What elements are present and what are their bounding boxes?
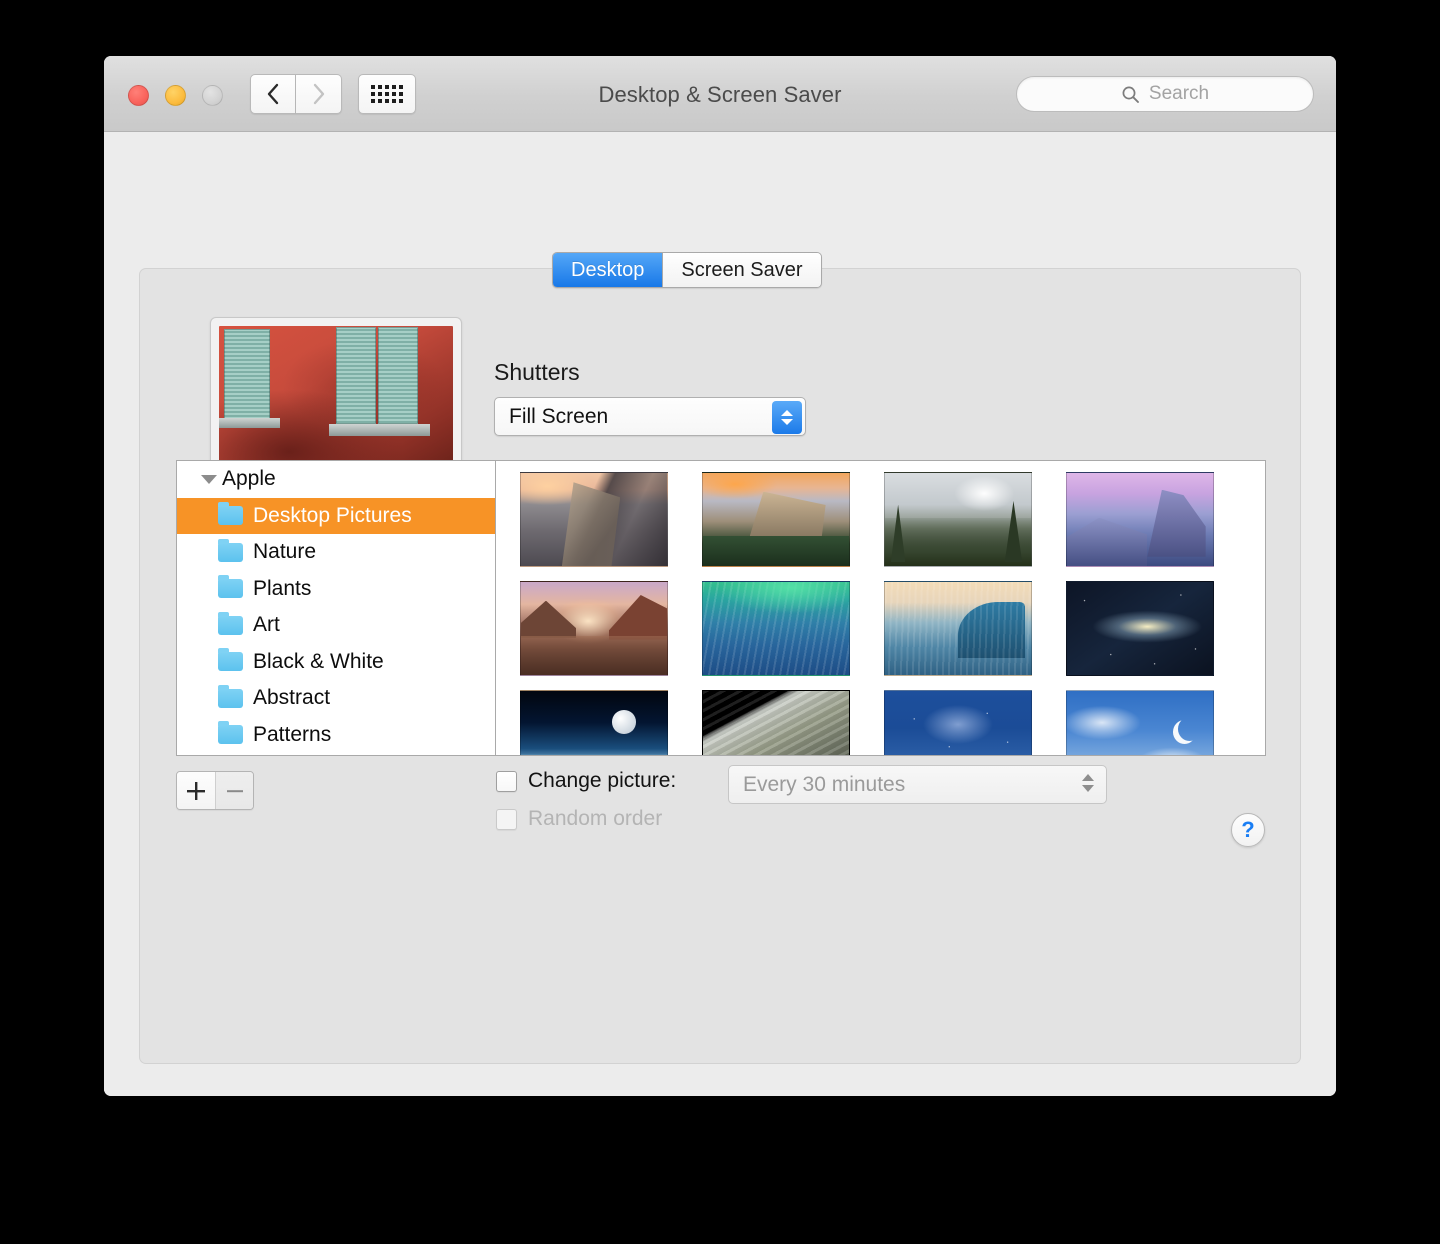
- desktop-pane: Shutters Fill Screen Apple Desktop Pictu…: [139, 268, 1301, 1064]
- sidebar-item-label: Plants: [253, 576, 312, 600]
- random-order-checkbox[interactable]: [496, 808, 517, 830]
- add-folder-button[interactable]: [177, 772, 215, 809]
- wallpaper-thumbnail[interactable]: [702, 581, 850, 676]
- source-and-grid-split: Apple Desktop Pictures Nature Plants Art…: [176, 460, 1266, 756]
- folder-icon: [218, 575, 243, 599]
- remove-folder-button[interactable]: [215, 772, 253, 809]
- random-order-label: Random order: [528, 807, 663, 830]
- folder-icon: [218, 648, 243, 672]
- chevron-down-icon: [781, 419, 793, 425]
- wallpaper-thumbnail[interactable]: [884, 581, 1032, 676]
- wallpaper-thumbnail[interactable]: [520, 581, 668, 676]
- fit-mode-stepper-arrows[interactable]: [772, 401, 802, 434]
- sidebar-item-label: Apple: [222, 467, 276, 491]
- plus-icon: [187, 781, 205, 800]
- window-body: Desktop Screen Saver Shutters Fill Scree…: [104, 132, 1336, 1096]
- fit-mode-popup[interactable]: Fill Screen: [494, 397, 806, 436]
- sidebar-item-plants[interactable]: Plants: [177, 571, 495, 608]
- chevron-up-icon: [781, 410, 793, 416]
- tab-desktop[interactable]: Desktop: [553, 253, 663, 287]
- sidebar-item-apple[interactable]: Apple: [177, 461, 495, 498]
- tab-screen-saver[interactable]: Screen Saver: [662, 253, 821, 287]
- random-order-row: Random order: [496, 807, 662, 831]
- wallpaper-thumbnail[interactable]: [520, 690, 668, 755]
- folder-icon: [218, 684, 243, 708]
- sidebar-item-solid-colors[interactable]: Solid Colors: [177, 753, 495, 755]
- interval-stepper-arrows[interactable]: [1082, 774, 1094, 792]
- wallpaper-thumbnail[interactable]: [1066, 581, 1214, 676]
- folder-icon: [218, 721, 243, 745]
- change-interval-popup[interactable]: Every 30 minutes: [728, 765, 1107, 804]
- wallpaper-name: Shutters: [494, 359, 580, 385]
- sidebar-item-label: Abstract: [253, 686, 331, 710]
- change-interval-value: Every 30 minutes: [743, 772, 906, 796]
- sidebar-item-black-and-white[interactable]: Black & White: [177, 644, 495, 681]
- sidebar-item-label: Patterns: [253, 722, 332, 746]
- wallpaper-grid-pane[interactable]: [496, 461, 1265, 755]
- chevron-down-icon: [1082, 785, 1094, 792]
- fit-mode-value: Fill Screen: [509, 404, 609, 428]
- change-picture-checkbox[interactable]: [496, 770, 517, 792]
- help-button[interactable]: ?: [1231, 813, 1265, 847]
- sidebar-item-label: Art: [253, 613, 280, 637]
- sidebar-item-abstract[interactable]: Abstract: [177, 680, 495, 717]
- wallpaper-thumbnail[interactable]: [884, 472, 1032, 567]
- wallpaper-grid: [520, 472, 1251, 755]
- wallpaper-thumbnail[interactable]: [520, 472, 668, 567]
- folder-icon: [218, 611, 243, 635]
- minus-icon: [226, 789, 243, 792]
- sidebar-item-label: Desktop Pictures: [253, 503, 412, 527]
- change-picture-label: Change picture:: [528, 769, 677, 792]
- add-remove-folder-buttons: [176, 771, 254, 810]
- sidebar-item-patterns[interactable]: Patterns: [177, 717, 495, 754]
- search-icon: [1122, 86, 1139, 103]
- wallpaper-thumbnail[interactable]: [1066, 472, 1214, 567]
- current-wallpaper-preview[interactable]: [210, 317, 462, 483]
- disclosure-triangle-open-icon[interactable]: [201, 474, 217, 484]
- sidebar-item-label: Black & White: [253, 649, 384, 673]
- wallpaper-thumbnail[interactable]: [884, 690, 1032, 755]
- search-placeholder: Search: [1148, 83, 1210, 104]
- sidebar-item-art[interactable]: Art: [177, 607, 495, 644]
- folder-icon: [218, 538, 243, 562]
- search-input[interactable]: Search: [1016, 76, 1314, 112]
- wallpaper-thumbnail[interactable]: [1066, 690, 1214, 755]
- sidebar-item-desktop-pictures[interactable]: Desktop Pictures: [177, 497, 495, 534]
- sidebar-item-nature[interactable]: Nature: [177, 534, 495, 571]
- change-picture-row: Change picture:: [496, 769, 676, 793]
- system-preferences-window: Desktop & Screen Saver Search Desktop Sc…: [104, 56, 1336, 1096]
- wallpaper-thumbnail[interactable]: [702, 472, 850, 567]
- wallpaper-preview-image: [219, 326, 453, 474]
- wallpaper-thumbnail[interactable]: [702, 690, 850, 755]
- window-titlebar: Desktop & Screen Saver Search: [104, 56, 1336, 132]
- grid-scrollbar[interactable]: [1254, 461, 1265, 755]
- tab-bar: Desktop Screen Saver: [552, 252, 822, 288]
- source-list[interactable]: Apple Desktop Pictures Nature Plants Art…: [177, 461, 496, 755]
- sidebar-item-label: Nature: [253, 540, 317, 564]
- folder-icon: [218, 502, 243, 526]
- chevron-up-icon: [1082, 774, 1094, 781]
